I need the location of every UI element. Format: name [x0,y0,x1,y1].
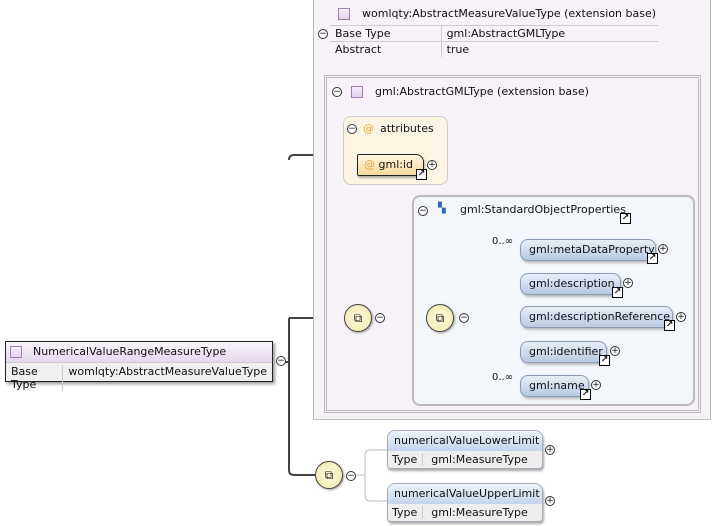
expand-icon[interactable]: + [610,346,620,356]
base-type-value: womlqty:AbstractMeasureValueType [68,365,267,378]
reference-arrow-icon[interactable]: ↗ [599,355,610,366]
reference-arrow-icon[interactable]: ↗ [664,320,675,331]
collapse-icon[interactable]: − [375,313,385,323]
expand-icon[interactable]: + [591,380,601,390]
expand-icon[interactable]: + [658,244,668,254]
element-descriptionreference[interactable]: gml:descriptionReference [520,306,673,328]
prop-value: true [446,43,470,56]
reference-arrow-icon[interactable]: ↗ [580,389,591,400]
complex-type-icon [338,8,350,20]
expand-icon[interactable]: + [545,445,555,455]
expand-icon[interactable]: + [427,160,437,170]
expand-icon[interactable]: + [545,496,555,506]
attribute-icon: @ [363,122,374,135]
attribute-icon: @ [364,158,375,171]
extension-properties: Base Type gml:AbstractGMLType Abstract tru… [330,25,658,57]
root-type-name: NumericalValueRangeMeasureType [33,345,227,358]
sequence-icon[interactable]: ⧉ [426,304,454,332]
prop-label: Base Type [330,25,442,42]
element-description[interactable]: gml:description [520,273,621,295]
prop-label: Abstract [330,41,442,57]
group-title: gml:StandardObjectProperties [460,203,626,216]
element-name: numericalValueUpperLimit [388,484,542,504]
base-type-label: Base Type [6,365,64,391]
attribute-name: gml:id [378,158,414,171]
type-value: gml:MeasureType [431,453,528,466]
extension-title: gml:AbstractGMLType (extension base) [375,85,589,98]
occurrence-label: 0..∞ [492,372,514,383]
reference-arrow-icon[interactable]: ↗ [647,253,658,264]
collapse-icon[interactable]: − [332,87,342,97]
type-value: gml:MeasureType [431,506,528,519]
element-identifier[interactable]: gml:identifier [520,341,607,363]
element-name: numericalValueLowerLimit [388,431,542,451]
reference-arrow-icon[interactable]: ↗ [620,213,631,224]
root-complex-type[interactable]: NumericalValueRangeMeasureType Base Type… [5,341,273,391]
collapse-icon[interactable]: − [418,206,428,216]
reference-arrow-icon[interactable]: ↗ [416,169,427,180]
sequence-icon[interactable]: ⧉ [344,304,372,332]
complex-type-icon [351,86,363,98]
attribute-gml-id[interactable]: @ gml:id [357,154,424,176]
sequence-icon[interactable]: ⧉ [315,461,343,489]
extension-title: womlqty:AbstractMeasureValueType (extens… [362,7,657,20]
collapse-icon[interactable]: − [459,313,469,323]
expand-icon[interactable]: + [676,312,686,322]
reference-arrow-icon[interactable]: ↗ [612,287,623,298]
complex-type-icon [10,346,22,358]
element-name[interactable]: gml:name [520,375,589,397]
element-numericalvalueupperlimit[interactable]: numericalValueUpperLimit Type gml:Measure… [387,483,543,522]
collapse-icon[interactable]: − [276,356,286,366]
group-icon: ▚ [438,203,446,214]
type-label: Type [392,453,424,466]
element-numericalvaluelowerlimit[interactable]: numericalValueLowerLimit Type gml:Measure… [387,430,543,469]
attributes-title: attributes [380,122,434,135]
collapse-icon[interactable]: − [347,124,357,134]
occurrence-label: 0..∞ [492,236,514,247]
type-label: Type [392,506,424,519]
collapse-icon[interactable]: − [346,471,356,481]
element-metadataproperty[interactable]: gml:metaDataProperty [520,239,656,261]
expand-icon[interactable]: + [623,278,633,288]
prop-value: gml:AbstractGMLType [446,27,566,40]
collapse-icon[interactable]: − [318,29,328,39]
